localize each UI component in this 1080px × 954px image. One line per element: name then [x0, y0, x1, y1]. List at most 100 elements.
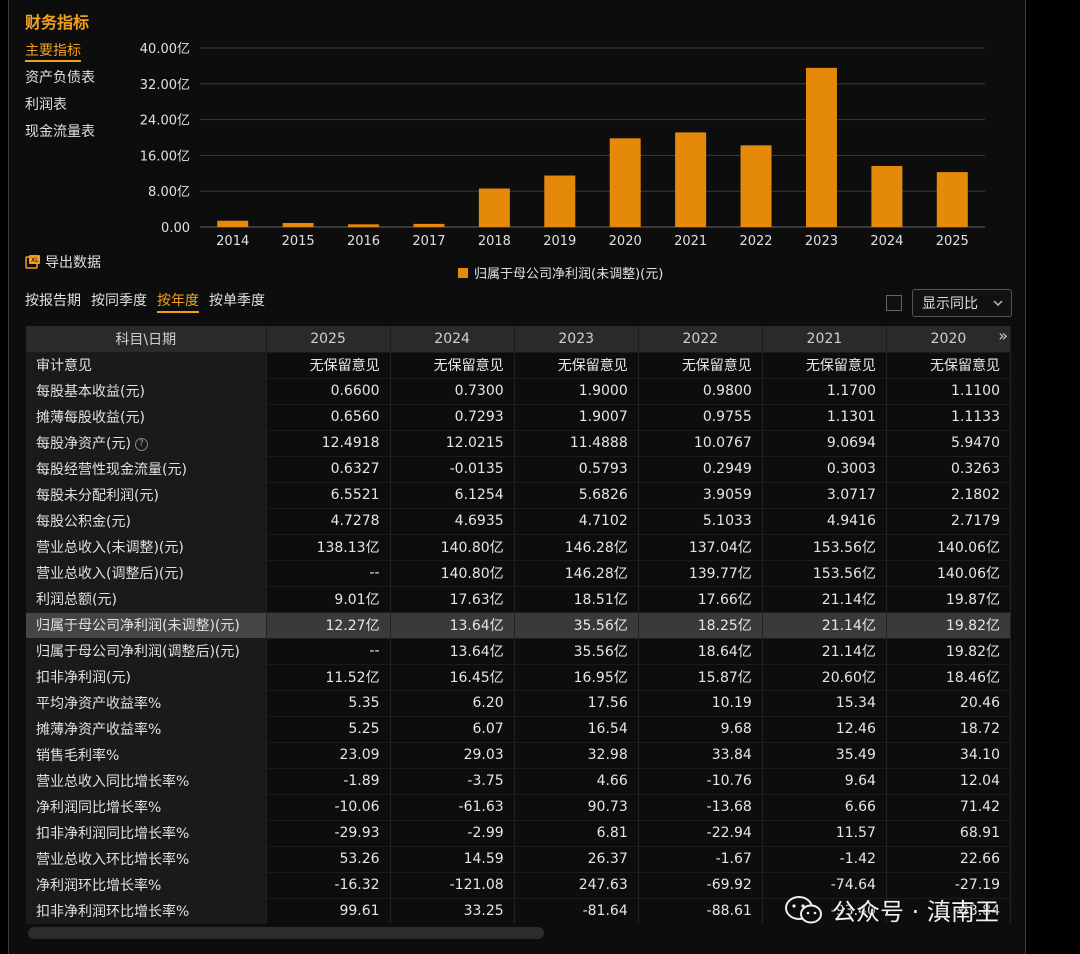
table-row[interactable]: 营业总收入(未调整)(元) 138.13亿 140.80亿 146.28亿 137.04…: [26, 533, 1012, 560]
table-cell: 14.59: [390, 845, 515, 872]
table-cell: 2.7179: [886, 507, 1012, 534]
table-cell: -16.32: [266, 871, 391, 898]
table-cell: 18.64亿: [638, 637, 763, 664]
table-row[interactable]: 每股经营性现金流量(元) 0.6327 -0.0135 0.5793 0.2949 0.3…: [26, 455, 1012, 482]
bar-2015[interactable]: [282, 222, 314, 227]
table-cell: -3.75: [390, 767, 515, 794]
help-icon[interactable]: ?: [134, 437, 148, 451]
table-cell: 18.25亿: [638, 611, 763, 638]
bar-2016[interactable]: [348, 224, 380, 227]
table-cell: 99.61: [266, 897, 391, 924]
bar-2025[interactable]: [936, 172, 968, 227]
yoy-control: 显示同比: [886, 289, 1012, 317]
row-label-text: 每股净资产(元): [36, 436, 131, 452]
row-label: 营业总收入(未调整)(元): [26, 533, 267, 560]
table-cell: 3.9059: [638, 481, 763, 508]
row-label: 营业总收入同比增长率%: [26, 767, 267, 794]
table-cell: 4.66: [514, 767, 639, 794]
x-tick-label: 2015: [282, 234, 315, 249]
table-row[interactable]: 扣非净利润同比增长率% -29.93 -2.99 6.81 -22.94 11.57 68.…: [26, 819, 1012, 846]
bar-2019[interactable]: [544, 175, 576, 227]
table-cell: 19.82亿: [886, 611, 1012, 638]
table-row[interactable]: 摊薄净资产收益率% 5.25 6.07 16.54 9.68 12.46 18.72: [26, 715, 1012, 742]
table-row[interactable]: 每股净资产(元)? 12.4918 12.0215 11.4888 10.0767 9.0…: [26, 429, 1012, 456]
table-cell: 9.0694: [762, 429, 887, 456]
row-label: 扣非净利润同比增长率%: [26, 819, 267, 846]
chart-legend[interactable]: 归属于母公司净利润(未调整)(元): [458, 263, 663, 282]
bar-2021[interactable]: [675, 132, 707, 227]
table-row[interactable]: 平均净资产收益率% 5.35 6.20 17.56 10.19 15.34 20.46: [26, 689, 1012, 716]
x-tick-label: 2022: [739, 234, 772, 249]
x-tick-label: 2024: [870, 234, 903, 249]
row-label: 营业总收入(调整后)(元): [26, 559, 267, 586]
table-row[interactable]: 营业总收入同比增长率% -1.89 -3.75 4.66 -10.76 9.64 12.04: [26, 767, 1012, 794]
table-cell: 26.37: [514, 845, 639, 872]
table-cell: 5.6826: [514, 481, 639, 508]
bar-2022[interactable]: [740, 145, 772, 227]
row-label-text: 审计意见: [36, 358, 92, 374]
bar-2018[interactable]: [478, 188, 510, 227]
table-header-year: 2022: [638, 326, 763, 352]
table-cell: 140.06亿: [886, 559, 1012, 586]
row-label: 扣非净利润环比增长率%: [26, 897, 267, 924]
y-tick-label: 8.00亿: [148, 185, 190, 200]
table-row[interactable]: 每股公积金(元) 4.7278 4.6935 4.7102 5.1033 4.9416 2.…: [26, 507, 1012, 534]
table-cell: -13.68: [638, 793, 763, 820]
table-cell: -10.06: [266, 793, 391, 820]
table-row[interactable]: 归属于母公司净利润(调整后)(元) -- 13.64亿 35.56亿 18.64亿 21.…: [26, 637, 1012, 664]
table-cell: 11.57: [762, 819, 887, 846]
row-label: 营业总收入环比增长率%: [26, 845, 267, 872]
table-cell: 15.87亿: [638, 663, 763, 690]
table-header-year: 2024: [390, 326, 515, 352]
bar-2014[interactable]: [217, 220, 249, 227]
export-label: 导出数据: [45, 255, 101, 271]
table-row[interactable]: 审计意见 无保留意见 无保留意见 无保留意见 无保留意见 无保留意见 无保留意见: [26, 351, 1012, 378]
tab-by-single-quarter[interactable]: 按单季度: [209, 290, 265, 313]
table-cell: -1.42: [762, 845, 887, 872]
table-cell: 35.56亿: [514, 637, 639, 664]
row-label-text: 净利润同比增长率%: [36, 800, 162, 816]
y-tick-label: 40.00亿: [140, 42, 190, 57]
yoy-dropdown[interactable]: 显示同比: [912, 289, 1012, 317]
financial-table: 科目\日期 2025 2024 2023 2022 2021 2020 » 审计意…: [26, 326, 1012, 924]
table-cell: 无保留意见: [390, 351, 515, 378]
table-cell: 139.77亿: [638, 559, 763, 586]
y-tick-label: 24.00亿: [140, 114, 190, 129]
table-row[interactable]: 摊薄每股收益(元) 0.6560 0.7293 1.9007 0.9755 1.1301 1…: [26, 403, 1012, 430]
table-cell: -88.61: [638, 897, 763, 924]
table-cell: 138.13亿: [266, 533, 391, 560]
row-label-text: 每股公积金(元): [36, 514, 131, 530]
bar-2017[interactable]: [413, 223, 445, 227]
table-cell: 29.03: [390, 741, 515, 768]
table-row[interactable]: 营业总收入(调整后)(元) -- 140.80亿 146.28亿 139.77亿 153.…: [26, 559, 1012, 586]
row-label-text: 营业总收入(未调整)(元): [36, 540, 184, 556]
table-cell: 6.66: [762, 793, 887, 820]
row-label-text: 扣非净利润同比增长率%: [36, 826, 190, 842]
table-cell: 4.9416: [762, 507, 887, 534]
table-cell: -61.63: [390, 793, 515, 820]
row-label: 利润总额(元): [26, 585, 267, 612]
bar-2023[interactable]: [805, 67, 837, 227]
table-row[interactable]: 利润总额(元) 9.01亿 17.63亿 18.51亿 17.66亿 21.14亿 19.8…: [26, 585, 1012, 612]
table-row[interactable]: 归属于母公司净利润(未调整)(元) 12.27亿 13.64亿 35.56亿 18.25…: [26, 611, 1012, 638]
export-data-button[interactable]: XL 导出数据: [25, 252, 101, 272]
yoy-checkbox[interactable]: [886, 295, 902, 311]
table-row[interactable]: 每股基本收益(元) 0.6600 0.7300 1.9000 0.9800 1.1700 1…: [26, 377, 1012, 404]
table-row[interactable]: 营业总收入环比增长率% 53.26 14.59 26.37 -1.67 -1.42 22.6…: [26, 845, 1012, 872]
profit-bar-chart: 0.00 8.00亿 16.00亿 24.00亿 32.00亿 40.00亿 2014 201…: [140, 42, 985, 249]
tab-by-year[interactable]: 按年度: [157, 290, 199, 313]
table-row[interactable]: 销售毛利率% 23.09 29.03 32.98 33.84 35.49 34.10: [26, 741, 1012, 768]
tab-by-same-quarter[interactable]: 按同季度: [91, 290, 147, 313]
table-cell: 16.45亿: [390, 663, 515, 690]
table-row[interactable]: 每股未分配利润(元) 6.5521 6.1254 5.6826 3.9059 3.0717…: [26, 481, 1012, 508]
scroll-right-icon[interactable]: »: [998, 326, 1008, 345]
horizontal-scrollbar[interactable]: [28, 927, 544, 939]
bar-2024[interactable]: [871, 165, 903, 227]
bar-2020[interactable]: [609, 138, 641, 227]
x-tick-label: 2017: [412, 234, 445, 249]
table-cell: 17.63亿: [390, 585, 515, 612]
tab-by-report-period[interactable]: 按报告期: [25, 290, 81, 313]
table-row[interactable]: 扣非净利润(元) 11.52亿 16.45亿 16.95亿 15.87亿 20.60亿 18…: [26, 663, 1012, 690]
table-cell: --: [266, 559, 391, 586]
table-row[interactable]: 净利润同比增长率% -10.06 -61.63 90.73 -13.68 6.66 71.4…: [26, 793, 1012, 820]
